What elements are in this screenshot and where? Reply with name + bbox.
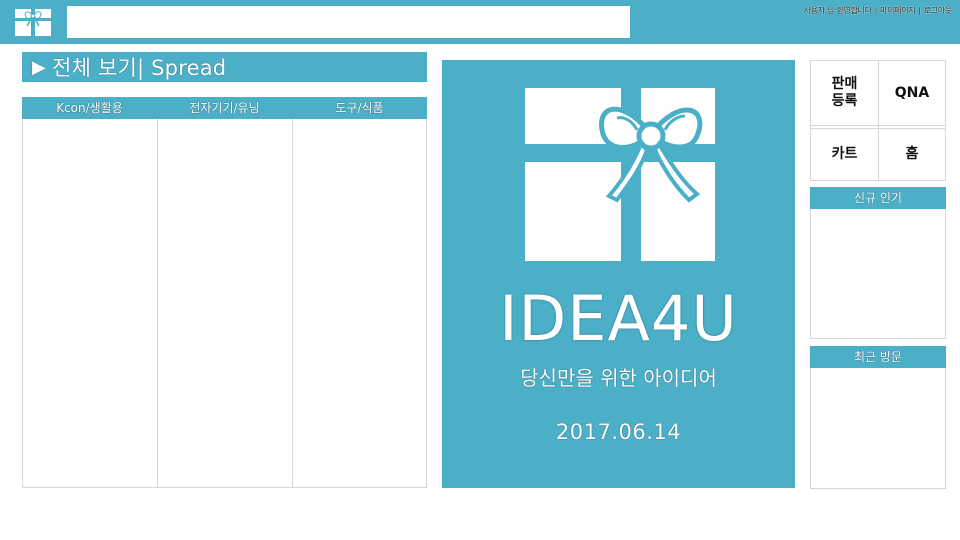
category-header: Kcon/생활용 전자기기/유닝 도구/식품 bbox=[22, 97, 427, 119]
hero-banner: IDEA4U 당신만을 위한 아이디어 2017.06.14 bbox=[442, 60, 795, 488]
home-button[interactable]: 홈 bbox=[879, 129, 945, 180]
play-icon: ▶ bbox=[32, 56, 47, 78]
new-popular-panel: 신규 인기 bbox=[810, 187, 946, 339]
new-popular-title: 신규 인기 bbox=[810, 187, 946, 209]
recent-viewed-title: 최근 방문 bbox=[810, 346, 946, 368]
sell-register-button[interactable]: 판매 등록 bbox=[811, 61, 878, 125]
quick-menu: 판매 등록 QNA 카트 홈 bbox=[810, 60, 946, 181]
column-divider bbox=[292, 119, 293, 488]
spread-view-button[interactable]: ▶ 전체 보기| Spread bbox=[22, 52, 427, 82]
top-bar: 사용자 님 환영합니다 | 마이페이지 | 로그아웃 bbox=[0, 0, 960, 44]
menu-divider bbox=[811, 125, 945, 126]
category-tab-living[interactable]: Kcon/생활용 bbox=[22, 97, 157, 119]
gift-box-icon bbox=[525, 88, 715, 261]
user-links: 사용자 님 환영합니다 | 마이페이지 | 로그아웃 bbox=[803, 6, 953, 15]
search-input[interactable] bbox=[67, 6, 630, 38]
category-tab-tools-food[interactable]: 도구/식품 bbox=[292, 97, 427, 119]
category-panel: Kcon/생활용 전자기기/유닝 도구/식품 bbox=[22, 97, 427, 488]
category-tab-electronics[interactable]: 전자기기/유닝 bbox=[157, 97, 292, 119]
column-divider bbox=[157, 119, 158, 488]
logout-link[interactable]: 로그아웃 bbox=[924, 6, 953, 15]
mypage-link[interactable]: 마이페이지 bbox=[880, 6, 916, 15]
welcome-link[interactable]: 사용자 님 환영합니다 bbox=[804, 6, 872, 15]
qna-button[interactable]: QNA bbox=[879, 61, 945, 125]
gift-logo-icon[interactable] bbox=[14, 6, 52, 38]
hero-subtitle: 당신만을 위한 아이디어 bbox=[520, 366, 717, 390]
hero-title: IDEA4U bbox=[499, 282, 738, 355]
recent-viewed-panel: 최근 방문 bbox=[810, 346, 946, 489]
hero-date: 2017.06.14 bbox=[555, 420, 682, 444]
cart-button[interactable]: 카트 bbox=[811, 129, 878, 180]
spread-label: 전체 보기| Spread bbox=[52, 56, 227, 80]
